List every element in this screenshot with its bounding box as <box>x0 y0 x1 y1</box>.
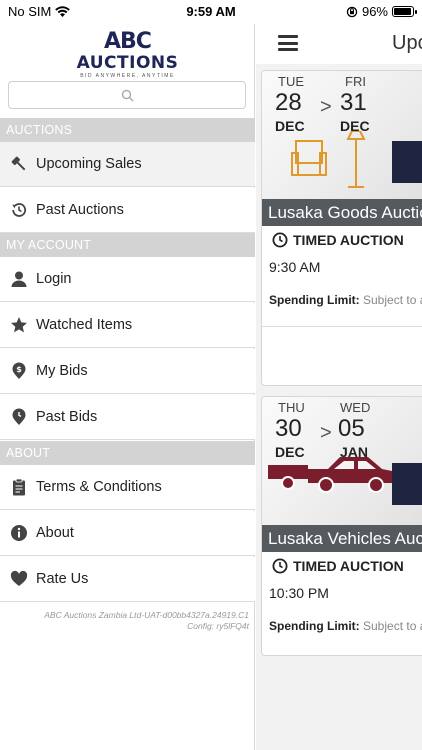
battery-percent: 96% <box>361 4 388 19</box>
auction-time: 9:30 AM <box>269 259 321 275</box>
date-range: THU 30 DEC > WED 05 JAN <box>270 400 370 470</box>
star-icon <box>9 315 29 335</box>
clipboard-icon <box>9 477 29 497</box>
info-icon <box>9 523 29 543</box>
sidebar-item-label: Rate Us <box>36 571 89 587</box>
config-line: Config: ry5lFQ4t <box>187 621 249 631</box>
svg-text:$: $ <box>16 365 22 374</box>
auction-type-label: TIMED AUCTION <box>293 232 404 248</box>
start-month: DEC <box>275 118 305 134</box>
logo-tagline: BID ANYWHERE, ANYTIME <box>80 73 175 79</box>
date-range: TUE 28 DEC > FRI 31 DEC <box>270 74 370 144</box>
spending-limit: Spending Limit: Subject to approval <box>269 619 422 633</box>
sidebar-item-label: About <box>36 525 74 541</box>
spending-limit: Spending Limit: Subject to approval <box>269 293 422 307</box>
sidebar-item-past-bids[interactable]: Past Bids <box>0 395 255 440</box>
section-header-auctions: AUCTIONS <box>0 118 255 142</box>
end-day: 05 <box>338 415 365 442</box>
end-weekday: WED <box>340 400 371 415</box>
page-title: Upcoming Sales <box>392 32 422 54</box>
sidebar-item-label: Past Auctions <box>36 202 124 218</box>
logo-line2: AUCTIONS <box>76 53 179 73</box>
battery-indicator: 96% <box>346 4 417 19</box>
sidebar-item-login[interactable]: Login <box>0 257 255 302</box>
card-divider <box>262 326 422 327</box>
sidebar-item-upcoming-sales[interactable]: Upcoming Sales <box>0 142 255 187</box>
section-header-about: ABOUT <box>0 441 255 465</box>
spending-limit-label: Spending Limit: <box>269 619 360 633</box>
menu-icon[interactable] <box>278 35 298 51</box>
auction-card-vehicles[interactable]: THU 30 DEC > WED 05 JAN Lusaka Vehicles … <box>261 396 422 656</box>
sidebar-item-label: Past Bids <box>36 409 98 425</box>
dollar-pin-icon: $ <box>9 361 29 381</box>
brand-logo[interactable]: ABC AUCTIONS BID ANYWHERE, ANYTIME <box>0 30 255 82</box>
clock-icon <box>272 558 288 574</box>
version-line: ABC Auctions Zambia Ltd-UAT-d00bb4327a.2… <box>44 610 249 620</box>
history-icon <box>9 200 29 220</box>
search-icon <box>121 89 133 101</box>
sidebar-item-terms[interactable]: Terms & Conditions <box>0 465 255 510</box>
sidebar: ABC AUCTIONS BID ANYWHERE, ANYTIME AUCTI… <box>0 24 255 750</box>
orientation-lock-icon <box>346 6 358 17</box>
sidebar-item-past-auctions[interactable]: Past Auctions <box>0 188 255 233</box>
start-month: DEC <box>275 444 305 460</box>
spending-limit-label: Spending Limit: <box>269 293 360 307</box>
heart-icon <box>9 569 29 589</box>
logo-line1: ABC <box>104 29 152 54</box>
sidebar-item-label: Login <box>36 271 72 287</box>
end-day: 31 <box>340 89 367 116</box>
date-separator: > <box>320 96 332 118</box>
search-input[interactable] <box>8 81 246 109</box>
clock-icon <box>272 232 288 248</box>
spending-limit-value: Subject to approval <box>363 619 422 633</box>
sidebar-item-rate-us[interactable]: Rate Us <box>0 557 255 602</box>
sidebar-item-label: Terms & Conditions <box>36 479 162 495</box>
date-separator: > <box>320 422 332 444</box>
auction-time: 10:30 PM <box>269 585 329 601</box>
gavel-icon <box>9 154 29 174</box>
start-weekday: TUE <box>278 74 304 89</box>
main-content: Upcoming Sales TUE 28 DEC > FRI 31 DEC <box>256 24 422 750</box>
version-footer: ABC Auctions Zambia Ltd-UAT-d00bb4327a.2… <box>0 610 249 632</box>
auction-type: TIMED AUCTION <box>272 558 404 574</box>
auction-title: Lusaka Goods Auction <box>262 199 422 226</box>
sidebar-item-my-bids[interactable]: $ My Bids <box>0 349 255 394</box>
sidebar-item-label: Upcoming Sales <box>36 156 142 172</box>
start-weekday: THU <box>278 400 305 415</box>
start-day: 28 <box>275 89 302 116</box>
auction-thumbnail <box>392 141 422 183</box>
auction-card-goods[interactable]: TUE 28 DEC > FRI 31 DEC Lusaka Goods Auc… <box>261 70 422 386</box>
clock-pin-icon <box>9 407 29 427</box>
sidebar-item-label: My Bids <box>36 363 88 379</box>
end-month: DEC <box>340 118 370 134</box>
auction-type-label: TIMED AUCTION <box>293 558 404 574</box>
top-bar: Upcoming Sales <box>256 24 422 64</box>
sidebar-item-label: Watched Items <box>36 317 133 333</box>
user-icon <box>9 269 29 289</box>
start-day: 30 <box>275 415 302 442</box>
end-weekday: FRI <box>345 74 366 89</box>
sidebar-item-watched-items[interactable]: Watched Items <box>0 303 255 348</box>
auction-title: Lusaka Vehicles Auction <box>262 525 422 552</box>
auction-image: THU 30 DEC > WED 05 JAN <box>262 397 422 527</box>
battery-icon <box>392 6 417 17</box>
spending-limit-value: Subject to approval <box>363 293 422 307</box>
sidebar-item-about[interactable]: About <box>0 511 255 556</box>
section-header-my-account: MY ACCOUNT <box>0 233 255 257</box>
status-bar: No SIM 9:59 AM 96% <box>0 0 422 24</box>
auction-thumbnail <box>392 463 422 505</box>
end-month: JAN <box>340 444 369 460</box>
auction-type: TIMED AUCTION <box>272 232 404 248</box>
auction-image: TUE 28 DEC > FRI 31 DEC <box>262 71 422 201</box>
